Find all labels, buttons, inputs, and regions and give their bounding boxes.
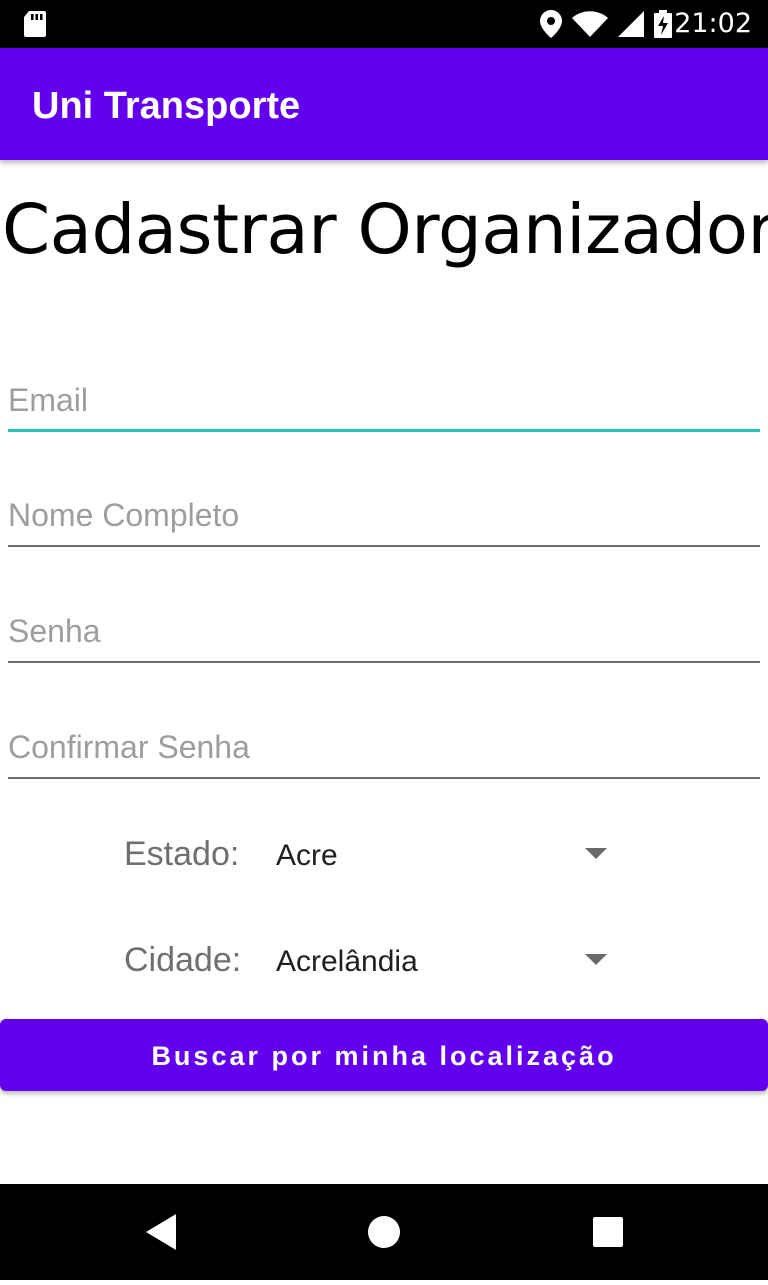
battery-charging-icon <box>654 10 672 38</box>
confirm-password-field[interactable] <box>8 719 760 775</box>
senha-field-container <box>8 603 760 663</box>
navigation-bar <box>0 1184 768 1280</box>
password-underline <box>8 661 760 663</box>
dropdown-arrow-icon <box>585 954 607 965</box>
location-icon <box>540 10 562 38</box>
sd-card-icon <box>24 11 46 37</box>
nav-home-button[interactable] <box>336 1184 432 1280</box>
nome-field-container <box>8 487 760 547</box>
cidade-row: Cidade: Acrelândia <box>0 932 768 992</box>
confirm-password-underline <box>8 777 760 779</box>
app-bar: Uni Transporte <box>0 48 768 160</box>
app-title: Uni Transporte <box>32 85 301 127</box>
email-field-container <box>8 372 760 432</box>
dropdown-arrow-icon <box>585 848 607 859</box>
email-underline <box>8 429 760 432</box>
signal-icon <box>618 11 644 37</box>
full-name-underline <box>8 545 760 547</box>
estado-selected-value: Acre <box>276 839 338 872</box>
full-name-field[interactable] <box>8 487 760 543</box>
nav-recents-button[interactable] <box>560 1184 656 1280</box>
estado-row: Estado: Acre <box>0 826 768 886</box>
recents-icon <box>593 1217 623 1247</box>
estado-label: Estado: <box>124 835 240 873</box>
cidade-selected-value: Acrelândia <box>276 945 418 978</box>
confirm-field-container <box>8 719 760 779</box>
nav-back-button[interactable] <box>112 1184 208 1280</box>
password-field[interactable] <box>8 603 760 659</box>
cidade-label: Cidade: <box>124 941 242 979</box>
back-icon <box>146 1214 176 1250</box>
email-field[interactable] <box>8 372 760 428</box>
page-title: Cadastrar Organizador <box>2 190 768 270</box>
home-icon <box>368 1216 400 1248</box>
find-location-button[interactable]: Buscar por minha localização <box>0 1019 768 1091</box>
status-time: 21:02 <box>674 8 752 39</box>
wifi-icon <box>572 11 608 37</box>
status-bar: 21:02 <box>0 0 768 48</box>
